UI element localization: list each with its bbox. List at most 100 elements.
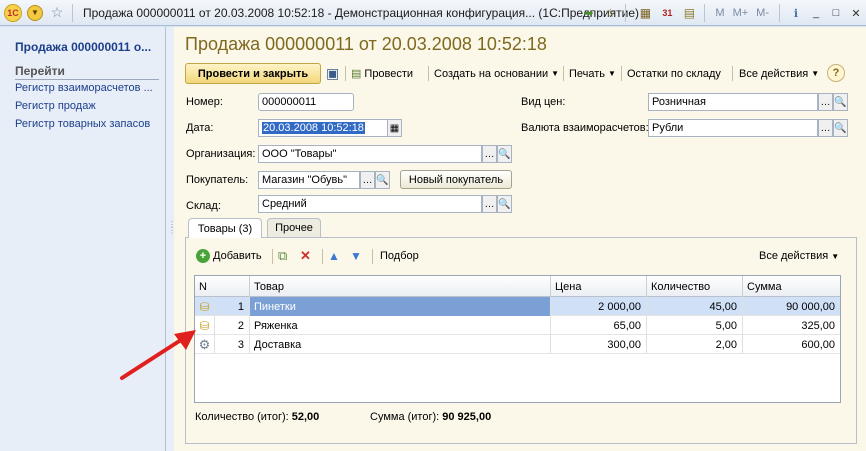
table-all-actions-menu[interactable]: Все действия ▼ <box>759 247 839 265</box>
price-type-select-button[interactable]: … <box>818 93 833 111</box>
table-row[interactable]: ⚙ 3 Доставка 300,00 2,00 600,00 <box>195 335 840 354</box>
column-header-item[interactable]: Товар <box>250 276 551 297</box>
pick-items-button[interactable]: Подбор <box>380 247 419 265</box>
row-quantity[interactable]: 2,00 <box>647 335 743 354</box>
buyer-search-icon[interactable]: 🔍 <box>375 171 390 189</box>
row-price[interactable]: 2 000,00 <box>551 297 647 316</box>
currency-search-icon[interactable]: 🔍 <box>833 119 848 137</box>
organization-field[interactable]: ООО "Товары" <box>258 145 482 163</box>
column-header-quantity[interactable]: Количество <box>647 276 743 297</box>
currency-label: Валюта взаиморасчетов: <box>521 122 649 134</box>
row-number: 1 <box>215 297 250 316</box>
delete-row-icon[interactable]: ✕ <box>300 247 311 265</box>
dropdown-arrow-icon: ▼ <box>608 69 616 78</box>
number-label: Номер: <box>186 96 223 108</box>
memory-minus-button[interactable]: M- <box>756 7 769 19</box>
row-quantity[interactable]: 45,00 <box>647 297 743 316</box>
document-form: Продажа 000000011 от 20.03.2008 10:52:18… <box>174 27 866 451</box>
price-type-label: Вид цен: <box>521 96 566 108</box>
row-sum[interactable]: 325,00 <box>743 316 840 335</box>
minimize-button[interactable]: _ <box>809 7 823 19</box>
favorite-star-icon[interactable]: ☆ <box>48 4 66 22</box>
dropdown-arrow-icon: ▼ <box>831 251 840 261</box>
row-quantity[interactable]: 5,00 <box>647 316 743 335</box>
date-label: Дата: <box>186 122 214 134</box>
date-field[interactable]: 20.03.2008 10:52:18 <box>258 119 388 137</box>
stock-balance-button[interactable]: Остатки по складу <box>627 63 721 84</box>
close-button[interactable]: ✕ <box>849 7 863 20</box>
all-actions-menu[interactable]: Все действия ▼ <box>739 63 819 84</box>
sum-total: Сумма (итог): 90 925,00 <box>370 411 492 423</box>
create-based-on-menu[interactable]: Создать на основании ▼ <box>434 63 559 84</box>
move-up-icon[interactable]: ▲ <box>328 247 340 265</box>
price-type-search-icon[interactable]: 🔍 <box>833 93 848 111</box>
save-icon[interactable]: ▣ <box>326 63 339 84</box>
dropdown-arrow-icon: ▼ <box>551 69 560 78</box>
column-header-sum[interactable]: Сумма <box>743 276 840 297</box>
copy-row-icon[interactable]: ⧉ <box>278 247 287 265</box>
row-price[interactable]: 65,00 <box>551 316 647 335</box>
tab-goods[interactable]: Товары (3) <box>188 218 262 238</box>
currency-select-button[interactable]: … <box>818 119 833 137</box>
goods-table[interactable]: N Товар Цена Количество Сумма ⛁ 1 Пинетк… <box>194 275 841 403</box>
annotation-arrow <box>120 330 196 380</box>
warehouse-select-button[interactable]: … <box>482 195 497 213</box>
warehouse-field[interactable]: Средний <box>258 195 482 213</box>
buyer-select-button[interactable]: … <box>360 171 375 189</box>
currency-field[interactable]: Рубли <box>648 119 818 137</box>
titlebar-tools: ➡ ☆ ▦ 31 ▤ M M+ M- ℹ _ □ ✕ <box>575 0 866 26</box>
calendar-picker-icon[interactable]: ▦ <box>387 119 402 137</box>
move-down-icon[interactable]: ▼ <box>350 247 362 265</box>
main-menu-button[interactable]: ▼ <box>26 4 44 22</box>
row-sum[interactable]: 90 000,00 <box>743 297 840 316</box>
number-field[interactable]: 000000011 <box>258 93 354 111</box>
table-row[interactable]: ⛁ 2 Ряженка 65,00 5,00 325,00 <box>195 316 840 335</box>
info-icon[interactable]: ℹ <box>789 7 803 20</box>
coins-icon: ⛁ <box>195 297 215 316</box>
nav-link-settlements-register[interactable]: Регистр взаиморасчетов ... <box>15 82 153 94</box>
document-icon[interactable]: ▤ <box>680 4 698 22</box>
column-header-price[interactable]: Цена <box>551 276 647 297</box>
add-icon: + <box>196 249 210 263</box>
row-item[interactable]: Пинетки <box>250 297 551 316</box>
row-item[interactable]: Доставка <box>250 335 551 354</box>
nav-link-stock-register[interactable]: Регистр товарных запасов <box>15 118 150 130</box>
warehouse-search-icon[interactable]: 🔍 <box>497 195 512 213</box>
buyer-label: Покупатель: <box>186 174 249 186</box>
memory-button[interactable]: M <box>715 7 724 19</box>
row-price[interactable]: 300,00 <box>551 335 647 354</box>
post-button[interactable]: ▤ Провести <box>351 63 413 84</box>
nav-goto-header: Перейти <box>15 64 159 80</box>
app-logo-icon[interactable]: 1С <box>4 3 22 22</box>
column-header-n[interactable]: N <box>195 276 250 297</box>
new-buyer-button[interactable]: Новый покупатель <box>400 170 512 189</box>
organization-label: Организация: <box>186 148 256 160</box>
table-header: N Товар Цена Количество Сумма <box>195 276 840 297</box>
table-row[interactable]: ⛁ 1 Пинетки 2 000,00 45,00 90 000,00 <box>195 297 840 316</box>
buyer-field[interactable]: Магазин "Обувь" <box>258 171 360 189</box>
nav-link-sales-register[interactable]: Регистр продаж <box>15 100 96 112</box>
navigation-panel: Продажа 000000011 о... Перейти Регистр в… <box>0 27 166 451</box>
organization-search-icon[interactable]: 🔍 <box>497 145 512 163</box>
chevron-down-icon: ▼ <box>27 4 43 21</box>
quantity-total: Количество (итог): 52,00 <box>195 411 320 423</box>
price-type-field[interactable]: Розничная <box>648 93 818 111</box>
warehouse-label: Склад: <box>186 200 221 212</box>
add-row-button[interactable]: + Добавить <box>196 247 262 265</box>
calculator-icon[interactable]: ▦ <box>636 4 654 22</box>
memory-plus-button[interactable]: M+ <box>733 7 749 19</box>
maximize-button[interactable]: □ <box>829 7 843 19</box>
row-sum[interactable]: 600,00 <box>743 335 840 354</box>
link-arrow-icon[interactable]: ➡ <box>579 4 597 22</box>
window-title: Продажа 000000011 от 20.03.2008 10:52:18… <box>83 5 640 20</box>
post-and-close-button[interactable]: Провести и закрыть <box>185 63 321 84</box>
organization-select-button[interactable]: … <box>482 145 497 163</box>
bookmark-icon[interactable]: ☆ <box>601 4 619 22</box>
tab-other[interactable]: Прочее <box>267 218 321 237</box>
row-item[interactable]: Ряженка <box>250 316 551 335</box>
print-menu[interactable]: Печать ▼ <box>569 63 616 84</box>
calendar-icon[interactable]: 31 <box>658 4 676 22</box>
panel-splitter[interactable] <box>166 27 174 451</box>
window-titlebar: 1С ▼ ☆ Продажа 000000011 от 20.03.2008 1… <box>0 0 866 26</box>
help-icon[interactable]: ? <box>827 64 845 82</box>
